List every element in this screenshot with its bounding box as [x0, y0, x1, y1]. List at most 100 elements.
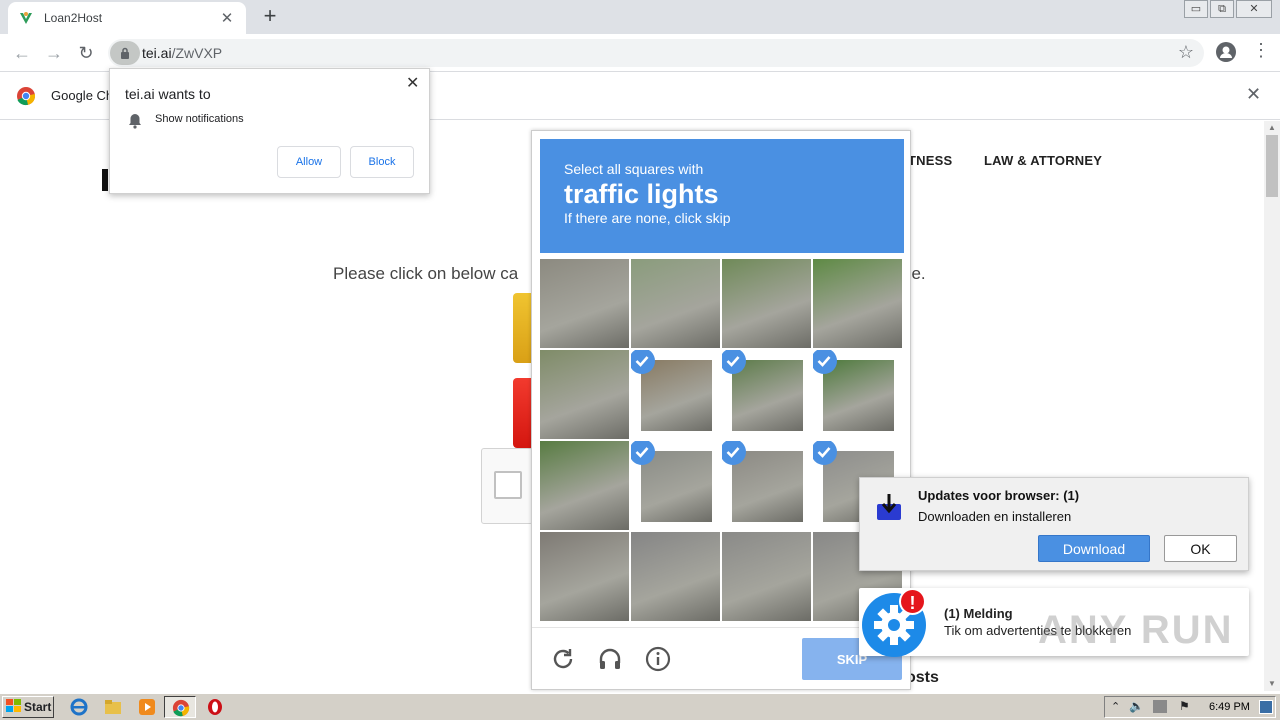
- tab-title: Loan2Host: [44, 11, 103, 25]
- start-label: Start: [24, 700, 52, 714]
- captcha-tile[interactable]: [813, 350, 902, 439]
- update-title: Updates voor browser: (1): [918, 488, 1080, 503]
- captcha-tile[interactable]: [540, 532, 629, 621]
- captcha-tile[interactable]: [540, 259, 629, 348]
- captcha-tile[interactable]: [540, 441, 629, 530]
- captcha-tile[interactable]: [722, 532, 811, 621]
- bookmark-star-icon[interactable]: ☆: [1178, 42, 1194, 63]
- url-text[interactable]: tei.ai/ZwVXP: [142, 45, 222, 61]
- media-player-icon[interactable]: [138, 698, 156, 716]
- taskbar: Start ⌃ 🔈 ⚑ 6:49 PM: [0, 693, 1280, 720]
- start-button[interactable]: Start: [2, 696, 54, 718]
- url-path: /ZwVXP: [171, 45, 223, 61]
- notification-permission-popup: tei.ai wants to ✕ Show notifications All…: [109, 68, 430, 194]
- permission-close-icon[interactable]: ✕: [406, 73, 419, 93]
- profile-avatar-icon[interactable]: [1216, 42, 1236, 62]
- captcha-hint: If there are none, click skip: [564, 210, 731, 226]
- site-logo: [102, 169, 108, 191]
- tray-expand-icon[interactable]: ⌃: [1111, 700, 1120, 713]
- captcha-tile-image: [722, 532, 811, 621]
- clock: 6:49 PM: [1209, 701, 1250, 713]
- captcha-tile[interactable]: [722, 259, 811, 348]
- new-tab-icon[interactable]: +: [258, 4, 282, 28]
- reload-icon[interactable]: [550, 646, 576, 672]
- anyrun-watermark: ANY RUN: [1038, 608, 1234, 652]
- melding-title: (1) Melding: [944, 606, 1013, 621]
- url-host: tei.ai: [142, 45, 172, 61]
- internet-explorer-icon[interactable]: [70, 698, 88, 716]
- info-icon[interactable]: [645, 646, 671, 672]
- info-bar-text: Google Ch: [51, 88, 114, 103]
- allow-button[interactable]: Allow: [277, 146, 341, 178]
- captcha-keyword: traffic lights: [564, 179, 719, 209]
- captcha-tile-image: [631, 259, 720, 348]
- captcha-tile[interactable]: [631, 350, 720, 439]
- captcha-dialog: Select all squares with traffic lights I…: [531, 130, 911, 690]
- captcha-tile[interactable]: [722, 441, 811, 530]
- captcha-tile-image: [540, 350, 629, 439]
- captcha-tile-image: [813, 259, 902, 348]
- bell-icon: [128, 113, 142, 129]
- lock-icon[interactable]: [110, 41, 140, 65]
- robot-checkbox[interactable]: [494, 471, 522, 499]
- download-icon: [875, 492, 903, 522]
- update-text: Downloaden en installeren: [918, 509, 1072, 524]
- captcha-tile[interactable]: [631, 532, 720, 621]
- chrome-logo-icon: [16, 86, 36, 106]
- back-icon[interactable]: ←: [10, 41, 34, 65]
- permission-title: tei.ai wants to: [125, 86, 211, 102]
- info-bar-close-icon[interactable]: ✕: [1246, 84, 1261, 105]
- folder-icon[interactable]: [104, 698, 122, 716]
- close-window-icon[interactable]: ✕: [1236, 0, 1272, 18]
- tab-strip: Loan2Host ✕ + ▭ ⧉ ✕: [0, 0, 1280, 34]
- captcha-tile-image: [540, 532, 629, 621]
- page-instruction: Please click on below ca: [333, 264, 519, 283]
- system-tray: ⌃ 🔈 ⚑ 6:49 PM: [1104, 696, 1276, 718]
- windows-logo-icon: [6, 698, 22, 716]
- download-button[interactable]: Download: [1038, 535, 1150, 562]
- captcha-tile[interactable]: [540, 350, 629, 439]
- opera-icon[interactable]: [206, 698, 224, 716]
- captcha-header: Select all squares with traffic lights I…: [540, 139, 904, 253]
- captcha-tile[interactable]: [631, 259, 720, 348]
- captcha-tile[interactable]: [722, 350, 811, 439]
- nav-item-fitness[interactable]: TNESS: [908, 153, 952, 168]
- captcha-tile-image: [823, 360, 894, 431]
- captcha-tile-image: [631, 532, 720, 621]
- flag-icon[interactable]: ⚑: [1179, 699, 1190, 713]
- page-scrollbar[interactable]: ▲ ▼: [1264, 121, 1280, 691]
- volume-icon[interactable]: 🔈: [1129, 699, 1144, 713]
- browser-tab[interactable]: Loan2Host ✕: [8, 2, 246, 34]
- captcha-tile-image: [732, 360, 803, 431]
- tab-close-icon[interactable]: ✕: [218, 9, 236, 27]
- reload-icon[interactable]: ↻: [74, 41, 98, 65]
- captcha-tile[interactable]: [813, 259, 902, 348]
- captcha-tile-image: [540, 441, 629, 530]
- scroll-down-icon[interactable]: ▼: [1264, 677, 1280, 691]
- captcha-tile[interactable]: [631, 441, 720, 530]
- headphones-icon[interactable]: [597, 646, 623, 672]
- network-icon[interactable]: [1153, 700, 1167, 713]
- robot-checkbox-panel: [481, 448, 533, 524]
- address-bar[interactable]: tei.ai/ZwVXP ☆: [108, 39, 1204, 67]
- show-desktop-icon[interactable]: [1259, 700, 1273, 714]
- block-button[interactable]: Block: [350, 146, 414, 178]
- scroll-thumb[interactable]: [1266, 135, 1278, 197]
- minimize-icon[interactable]: ▭: [1184, 0, 1208, 18]
- ok-button[interactable]: OK: [1164, 535, 1237, 562]
- captcha-tile-image: [732, 451, 803, 522]
- captcha-instruction: Select all squares with: [564, 161, 704, 177]
- site-favicon-icon: [18, 10, 34, 26]
- chrome-taskbar-button[interactable]: [164, 696, 196, 718]
- restore-icon[interactable]: ⧉: [1210, 0, 1234, 18]
- captcha-tile-image: [641, 451, 712, 522]
- captcha-footer: SKIP: [532, 627, 910, 689]
- captcha-tile-image: [540, 259, 629, 348]
- alert-badge: !: [899, 588, 926, 615]
- update-popup: Updates voor browser: (1) Downloaden en …: [859, 477, 1249, 571]
- scroll-up-icon[interactable]: ▲: [1264, 121, 1280, 135]
- forward-icon[interactable]: →: [42, 41, 66, 65]
- window-controls: ▭ ⧉ ✕: [1182, 0, 1272, 18]
- nav-item-law-attorney[interactable]: LAW & ATTORNEY: [984, 153, 1102, 168]
- menu-kebab-icon[interactable]: ⋮: [1252, 40, 1270, 61]
